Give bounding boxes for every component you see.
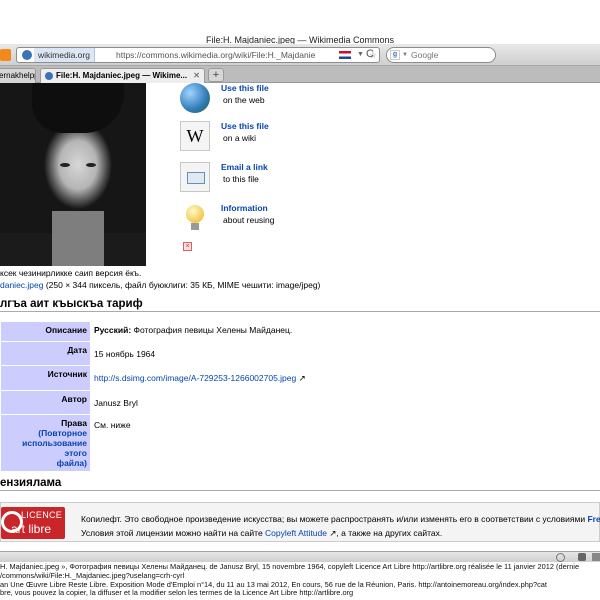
- email-icon: [180, 162, 210, 192]
- lightbulb-icon: [180, 203, 210, 233]
- license-box: LICENCE art libre Копилефт. Это свободно…: [0, 502, 600, 542]
- google-icon: g: [390, 50, 400, 60]
- author-value: Janusz Bryl: [90, 390, 600, 415]
- wikipedia-icon: W: [180, 121, 210, 151]
- reuse-email[interactable]: Email a link to this file: [180, 162, 300, 200]
- date-label: Дата: [0, 341, 91, 366]
- dropdown-arrow-icon[interactable]: ▼: [357, 48, 364, 62]
- table-row: Автор Janusz Bryl: [0, 390, 600, 415]
- table-row: Описание Русский: Фотография певицы Хеле…: [0, 321, 600, 342]
- portrait-photo[interactable]: [0, 83, 146, 266]
- reuse-web[interactable]: Use this file on the web: [180, 83, 300, 121]
- language-label: Русский:: [94, 325, 132, 335]
- page-content: Use this file on the web W Use this file…: [0, 83, 600, 551]
- rights-label-cell: Права (Повторное использование этого фай…: [0, 414, 91, 472]
- source-label: Источник: [0, 365, 91, 391]
- rights-label: Права: [61, 418, 87, 428]
- reuse-title[interactable]: Information: [221, 203, 268, 213]
- summary-table: Описание Русский: Фотография певицы Хеле…: [0, 321, 600, 472]
- new-tab-button[interactable]: +: [208, 68, 224, 82]
- window-titlebar: File:H. Majdaniec.jpeg — Wikimedia Commo…: [0, 0, 600, 45]
- search-bar[interactable]: g ▼ Google: [386, 47, 496, 63]
- author-label: Автор: [0, 390, 91, 415]
- license-text: Копилефт. Это свободное произведение иск…: [81, 514, 600, 524]
- addon-icon[interactable]: [578, 553, 586, 561]
- globe-icon: [180, 83, 210, 113]
- reuse-link[interactable]: файла): [57, 458, 87, 468]
- bottom-notes: H. Majdaniec.jpeg », Фотография певицы Х…: [0, 563, 600, 600]
- tab-bar: ernakhelppt File:H. Majdaniec.jpeg — Wik…: [0, 66, 600, 83]
- reload-icon[interactable]: C: [366, 48, 374, 60]
- url-text[interactable]: https://commons.wikimedia.org/wiki/File:…: [116, 48, 315, 62]
- resize-grip-icon[interactable]: [592, 553, 600, 561]
- rss-icon[interactable]: [0, 49, 11, 61]
- file-details: (250 × 344 пиксель, файл буюклиги: 35 КБ…: [43, 280, 321, 290]
- site-icon: [22, 50, 32, 60]
- tab-label: ernakhelppt: [0, 71, 35, 80]
- search-engine-dropdown-icon[interactable]: ▼: [402, 48, 408, 62]
- reuse-link[interactable]: использование этого: [22, 438, 87, 458]
- table-row: Дата 15 ноябрь 1964: [0, 341, 600, 366]
- reuse-title[interactable]: Use this file: [221, 83, 269, 93]
- file-info: daniec.jpeg (250 × 344 пиксель, файл бую…: [0, 280, 320, 290]
- url-bar[interactable]: wikimedia.org https://commons.wikimedia.…: [16, 47, 380, 63]
- reuse-wiki[interactable]: W Use this file on a wiki: [180, 121, 300, 159]
- table-row: Источник http://s.dsimg.com/image/A-7292…: [0, 365, 600, 391]
- description-value: Фотография певицы Хелены Майданец.: [131, 325, 293, 335]
- status-bar: [0, 551, 600, 562]
- description-cell: Русский: Фотография певицы Хелены Майдан…: [90, 321, 600, 342]
- description-label: Описание: [0, 321, 91, 342]
- reuse-title[interactable]: Use this file: [221, 121, 269, 131]
- tab-label: File:H. Majdaniec.jpeg — Wikime...: [56, 71, 188, 80]
- tab-previous[interactable]: ernakhelppt: [0, 68, 36, 83]
- file-link[interactable]: daniec.jpeg: [0, 280, 43, 290]
- license-heading: ензиялама: [0, 477, 600, 491]
- reuse-sub: on the web: [223, 95, 265, 105]
- browser-toolbar: wikimedia.org https://commons.wikimedia.…: [0, 44, 600, 66]
- summary-heading: лгъа аит къыскъа тариф: [0, 298, 600, 312]
- tab-current[interactable]: File:H. Majdaniec.jpeg — Wikime... ✕: [40, 68, 205, 83]
- rights-value: См. ниже: [90, 414, 600, 472]
- copyleft-attitude-link[interactable]: Copyleft Attitude: [265, 528, 327, 538]
- reuse-info[interactable]: Information about reusing: [180, 203, 300, 241]
- free-art-license-link[interactable]: Free: [587, 514, 600, 524]
- external-link-icon: ↗: [298, 373, 306, 383]
- image-caption: ксек чезинирликке саип версия ёкъ.: [0, 268, 142, 278]
- source-cell: http://s.dsimg.com/image/A-729253-126600…: [90, 365, 600, 391]
- wikimedia-icon: [45, 72, 53, 80]
- flag-icon: [339, 51, 351, 59]
- close-icon[interactable]: ×: [183, 242, 192, 251]
- close-tab-icon[interactable]: ✕: [193, 69, 200, 82]
- table-row: Права (Повторное использование этого фай…: [0, 414, 600, 472]
- search-placeholder: Google: [411, 50, 439, 60]
- reuse-sub: on a wiki: [223, 133, 257, 143]
- reuse-title[interactable]: Email a link: [221, 162, 268, 172]
- addon-icon[interactable]: [556, 553, 565, 562]
- site-identity[interactable]: wikimedia.org: [34, 48, 95, 62]
- date-value: 15 ноябрь 1964: [90, 341, 600, 366]
- licence-art-libre-logo[interactable]: LICENCE art libre: [1, 507, 65, 539]
- license-text-2: Условия этой лицензии можно найти на сай…: [81, 528, 443, 538]
- reuse-sub: about reusing: [223, 215, 275, 225]
- note-line: bre, vous pouvez la copier, la diffuser …: [0, 588, 354, 598]
- reuse-sub: to this file: [223, 174, 259, 184]
- reuse-link[interactable]: (Повторное: [38, 428, 87, 438]
- source-link[interactable]: http://s.dsimg.com/image/A-729253-126600…: [94, 373, 296, 383]
